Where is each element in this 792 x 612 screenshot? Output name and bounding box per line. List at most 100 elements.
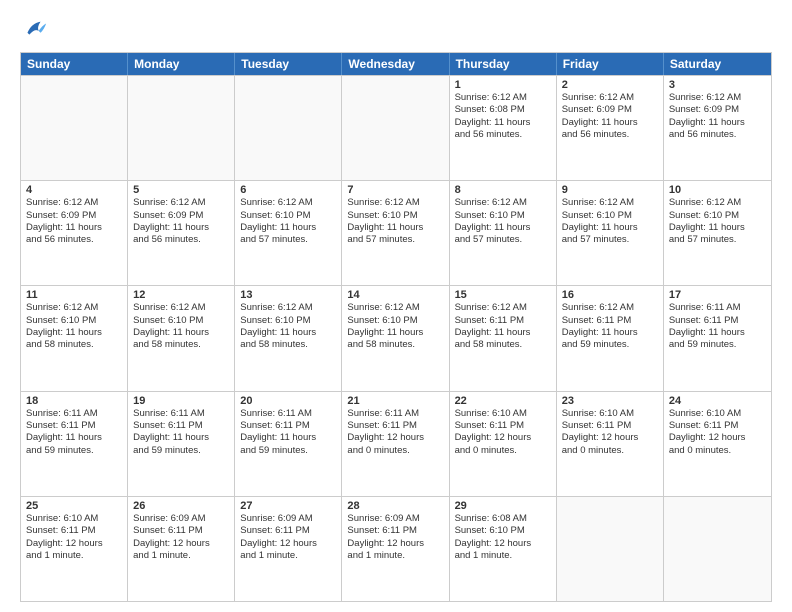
day-number: 5 xyxy=(133,184,229,196)
cell-line: Sunrise: 6:12 AM xyxy=(133,197,229,209)
cell-line: and 57 minutes. xyxy=(562,234,658,246)
day-number: 12 xyxy=(133,289,229,301)
cal-cell-5-4: 28Sunrise: 6:09 AMSunset: 6:11 PMDayligh… xyxy=(342,497,449,601)
cell-line: Sunset: 6:10 PM xyxy=(26,315,122,327)
cell-line: and 58 minutes. xyxy=(26,339,122,351)
day-number: 2 xyxy=(562,79,658,91)
day-number: 25 xyxy=(26,500,122,512)
cell-line: Daylight: 11 hours xyxy=(669,117,766,129)
cell-line: Sunset: 6:11 PM xyxy=(669,315,766,327)
cell-line: Daylight: 12 hours xyxy=(347,538,443,550)
cell-line: Sunrise: 6:12 AM xyxy=(455,302,551,314)
cell-line: and 0 minutes. xyxy=(347,445,443,457)
day-number: 10 xyxy=(669,184,766,196)
col-header-wednesday: Wednesday xyxy=(342,53,449,75)
cell-line: Sunset: 6:10 PM xyxy=(133,315,229,327)
cell-line: Sunset: 6:11 PM xyxy=(562,315,658,327)
cal-cell-2-5: 8Sunrise: 6:12 AMSunset: 6:10 PMDaylight… xyxy=(450,181,557,285)
cell-line: Sunset: 6:09 PM xyxy=(562,104,658,116)
cell-line: and 58 minutes. xyxy=(240,339,336,351)
cell-line: and 56 minutes. xyxy=(133,234,229,246)
cell-line: and 59 minutes. xyxy=(133,445,229,457)
day-number: 9 xyxy=(562,184,658,196)
cell-line: Sunset: 6:11 PM xyxy=(455,315,551,327)
day-number: 3 xyxy=(669,79,766,91)
cell-line: Sunrise: 6:12 AM xyxy=(455,92,551,104)
cell-line: Daylight: 11 hours xyxy=(562,327,658,339)
cell-line: Sunset: 6:10 PM xyxy=(240,210,336,222)
cell-line: and 1 minute. xyxy=(240,550,336,562)
cell-line: Daylight: 11 hours xyxy=(562,222,658,234)
cell-line: Sunrise: 6:12 AM xyxy=(133,302,229,314)
cell-line: Sunrise: 6:09 AM xyxy=(347,513,443,525)
cell-line: Daylight: 11 hours xyxy=(133,222,229,234)
page: SundayMondayTuesdayWednesdayThursdayFrid… xyxy=(0,0,792,612)
day-number: 14 xyxy=(347,289,443,301)
cal-cell-3-3: 13Sunrise: 6:12 AMSunset: 6:10 PMDayligh… xyxy=(235,286,342,390)
cell-line: Sunrise: 6:11 AM xyxy=(347,408,443,420)
cell-line: Sunrise: 6:12 AM xyxy=(562,197,658,209)
cell-line: and 57 minutes. xyxy=(240,234,336,246)
calendar: SundayMondayTuesdayWednesdayThursdayFrid… xyxy=(20,52,772,602)
cal-cell-4-3: 20Sunrise: 6:11 AMSunset: 6:11 PMDayligh… xyxy=(235,392,342,496)
cal-cell-1-7: 3Sunrise: 6:12 AMSunset: 6:09 PMDaylight… xyxy=(664,76,771,180)
cell-line: Sunrise: 6:12 AM xyxy=(26,197,122,209)
header xyxy=(20,16,772,44)
cell-line: Daylight: 11 hours xyxy=(347,327,443,339)
cell-line: and 1 minute. xyxy=(26,550,122,562)
cell-line: Sunset: 6:11 PM xyxy=(347,525,443,537)
cell-line: Sunset: 6:10 PM xyxy=(347,210,443,222)
cal-cell-2-1: 4Sunrise: 6:12 AMSunset: 6:09 PMDaylight… xyxy=(21,181,128,285)
calendar-header: SundayMondayTuesdayWednesdayThursdayFrid… xyxy=(21,53,771,75)
cell-line: Daylight: 12 hours xyxy=(562,432,658,444)
cell-line: Sunset: 6:11 PM xyxy=(455,420,551,432)
cell-line: and 56 minutes. xyxy=(455,129,551,141)
cell-line: Daylight: 11 hours xyxy=(455,222,551,234)
cell-line: Sunrise: 6:12 AM xyxy=(347,302,443,314)
cal-cell-3-5: 15Sunrise: 6:12 AMSunset: 6:11 PMDayligh… xyxy=(450,286,557,390)
cell-line: Daylight: 12 hours xyxy=(455,538,551,550)
cell-line: and 57 minutes. xyxy=(347,234,443,246)
cal-cell-1-1 xyxy=(21,76,128,180)
cell-line: Daylight: 11 hours xyxy=(455,327,551,339)
cell-line: Daylight: 11 hours xyxy=(455,117,551,129)
day-number: 4 xyxy=(26,184,122,196)
col-header-friday: Friday xyxy=(557,53,664,75)
day-number: 24 xyxy=(669,395,766,407)
cal-cell-5-7 xyxy=(664,497,771,601)
cal-cell-3-6: 16Sunrise: 6:12 AMSunset: 6:11 PMDayligh… xyxy=(557,286,664,390)
day-number: 13 xyxy=(240,289,336,301)
cell-line: Sunset: 6:11 PM xyxy=(133,525,229,537)
cell-line: Sunrise: 6:12 AM xyxy=(562,302,658,314)
cell-line: and 59 minutes. xyxy=(240,445,336,457)
cal-cell-3-2: 12Sunrise: 6:12 AMSunset: 6:10 PMDayligh… xyxy=(128,286,235,390)
cell-line: Sunset: 6:10 PM xyxy=(347,315,443,327)
cal-cell-4-4: 21Sunrise: 6:11 AMSunset: 6:11 PMDayligh… xyxy=(342,392,449,496)
cell-line: Sunrise: 6:12 AM xyxy=(26,302,122,314)
cal-cell-2-4: 7Sunrise: 6:12 AMSunset: 6:10 PMDaylight… xyxy=(342,181,449,285)
cell-line: Sunset: 6:09 PM xyxy=(26,210,122,222)
col-header-saturday: Saturday xyxy=(664,53,771,75)
cal-cell-1-6: 2Sunrise: 6:12 AMSunset: 6:09 PMDaylight… xyxy=(557,76,664,180)
cell-line: Daylight: 12 hours xyxy=(347,432,443,444)
cal-cell-2-3: 6Sunrise: 6:12 AMSunset: 6:10 PMDaylight… xyxy=(235,181,342,285)
cell-line: and 58 minutes. xyxy=(455,339,551,351)
cell-line: Sunrise: 6:12 AM xyxy=(240,197,336,209)
cell-line: Sunrise: 6:12 AM xyxy=(240,302,336,314)
cal-cell-2-6: 9Sunrise: 6:12 AMSunset: 6:10 PMDaylight… xyxy=(557,181,664,285)
cell-line: and 1 minute. xyxy=(133,550,229,562)
cell-line: and 56 minutes. xyxy=(26,234,122,246)
day-number: 29 xyxy=(455,500,551,512)
week-row-1: 1Sunrise: 6:12 AMSunset: 6:08 PMDaylight… xyxy=(21,75,771,180)
cell-line: and 0 minutes. xyxy=(455,445,551,457)
day-number: 16 xyxy=(562,289,658,301)
cell-line: Sunset: 6:11 PM xyxy=(26,420,122,432)
cell-line: Daylight: 11 hours xyxy=(240,327,336,339)
cell-line: Sunrise: 6:09 AM xyxy=(240,513,336,525)
cell-line: and 1 minute. xyxy=(347,550,443,562)
cell-line: Daylight: 11 hours xyxy=(347,222,443,234)
week-row-2: 4Sunrise: 6:12 AMSunset: 6:09 PMDaylight… xyxy=(21,180,771,285)
cell-line: Daylight: 11 hours xyxy=(669,222,766,234)
cal-cell-4-7: 24Sunrise: 6:10 AMSunset: 6:11 PMDayligh… xyxy=(664,392,771,496)
day-number: 20 xyxy=(240,395,336,407)
